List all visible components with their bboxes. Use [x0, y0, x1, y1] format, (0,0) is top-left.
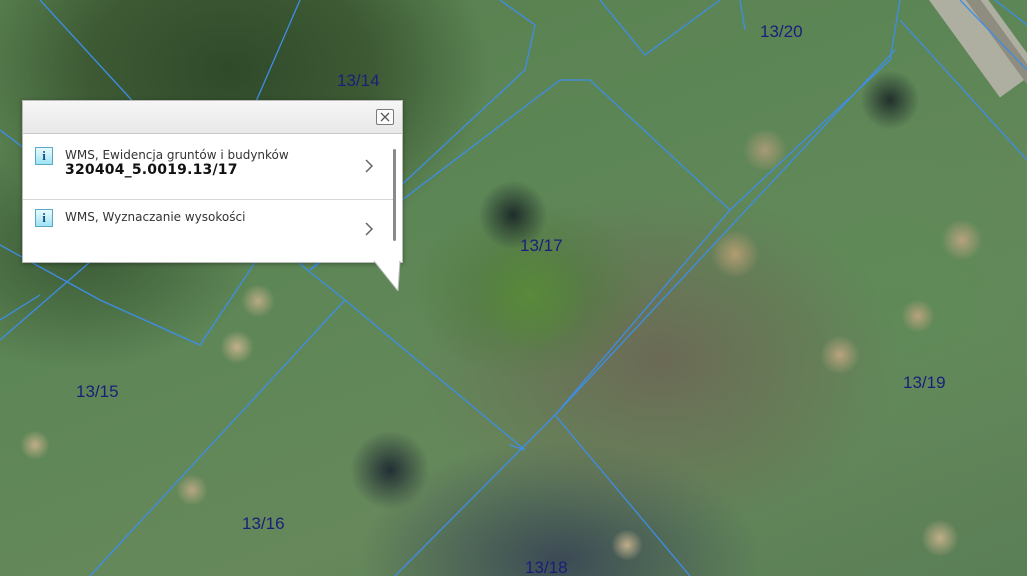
parcel-boundary-line	[959, 0, 1027, 71]
parcel-id-value: 320404_5.0019.13/17	[65, 162, 238, 178]
parcel-boundaries	[0, 0, 1027, 576]
parcel-label-13-20[interactable]: 13/20	[760, 22, 803, 42]
parcel-boundary-line	[0, 294, 41, 321]
parcel-boundary-line	[89, 299, 346, 576]
parcel-boundary-line	[994, 0, 1027, 26]
parcel-label-13-15[interactable]: 13/15	[76, 382, 119, 402]
parcel-boundary-line	[599, 0, 721, 56]
feature-info-popup: i WMS, Ewidencja gruntów i budynków 3204…	[22, 100, 403, 263]
parcel-label-13-19[interactable]: 13/19	[903, 373, 946, 393]
close-icon	[380, 112, 390, 122]
parcel-boundary-line	[554, 414, 691, 576]
parcel-boundary-line	[899, 19, 1027, 161]
chevron-right-icon[interactable]	[364, 222, 374, 236]
parcel-label-13-18[interactable]: 13/18	[525, 558, 568, 576]
popup-scrollbar[interactable]	[393, 149, 396, 241]
parcel-boundary-line	[729, 0, 901, 211]
popup-item-wysokosci[interactable]: i WMS, Wyznaczanie wysokości	[23, 200, 393, 262]
popup-item-title: WMS, Wyznaczanie wysokości	[65, 210, 246, 224]
map-view[interactable]: 13/14 13/20 13/17 13/15 13/19 13/16 13/1…	[0, 0, 1027, 576]
close-button[interactable]	[376, 109, 394, 125]
info-icon: i	[35, 209, 53, 227]
popup-header	[23, 101, 402, 134]
popup-item-title: WMS, Ewidencja gruntów i budynków	[65, 148, 289, 162]
parcel-label-13-17[interactable]: 13/17	[520, 236, 563, 256]
popup-item-ewidencja[interactable]: i WMS, Ewidencja gruntów i budynków 3204…	[23, 137, 393, 200]
parcel-label-13-14[interactable]: 13/14	[337, 71, 380, 91]
parcel-label-13-16[interactable]: 13/16	[242, 514, 285, 534]
parcel-boundary-line	[554, 49, 896, 416]
parcel-boundary-line	[739, 0, 746, 31]
chevron-right-icon[interactable]	[364, 159, 374, 173]
info-icon: i	[35, 147, 53, 165]
popup-pointer	[373, 261, 401, 291]
